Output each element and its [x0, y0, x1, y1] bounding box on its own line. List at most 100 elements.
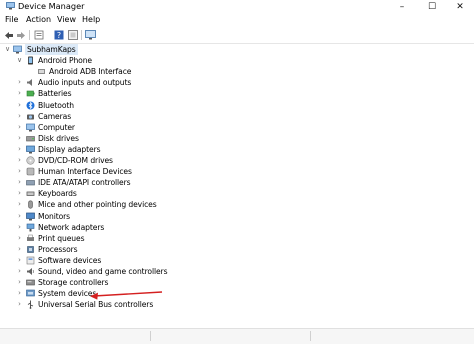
- close-button[interactable]: ✕: [446, 0, 474, 13]
- category-network-adapters[interactable]: › Network adapters: [0, 222, 474, 233]
- collapsed-chevron-icon[interactable]: ›: [16, 133, 23, 144]
- category-label: Human Interface Devices: [38, 167, 132, 177]
- menu-view[interactable]: View: [57, 13, 76, 27]
- category-audio-inputs-and-outputs[interactable]: › Audio inputs and outputs: [0, 77, 474, 88]
- menu-action[interactable]: Action: [26, 13, 51, 27]
- category-android-phone[interactable]: ∨ Android Phone: [0, 55, 474, 66]
- collapsed-chevron-icon[interactable]: ›: [16, 144, 23, 155]
- properties-icon[interactable]: [33, 30, 44, 40]
- collapsed-chevron-icon[interactable]: ›: [16, 111, 23, 122]
- category-monitors[interactable]: › Monitors: [0, 211, 474, 222]
- category-ide-ata-atapi-controllers[interactable]: › IDE ATA/ATAPI controllers: [0, 177, 474, 188]
- monitor-icon: [26, 212, 35, 221]
- category-disk-drives[interactable]: › Disk drives: [0, 133, 474, 144]
- collapsed-chevron-icon[interactable]: ›: [16, 166, 23, 177]
- battery-icon: [26, 89, 35, 98]
- help-icon[interactable]: ?: [53, 30, 64, 40]
- menu-help[interactable]: Help: [82, 13, 100, 27]
- svg-text:?: ?: [56, 31, 60, 40]
- category-universal-serial-bus-controllers[interactable]: › Universal Serial Bus controllers: [0, 299, 474, 310]
- category-label: Bluetooth: [38, 100, 74, 110]
- collapsed-chevron-icon[interactable]: ›: [16, 299, 23, 310]
- collapsed-chevron-icon[interactable]: ›: [16, 177, 23, 188]
- back-arrow-icon[interactable]: [3, 30, 14, 40]
- camera-icon: [26, 112, 35, 121]
- collapsed-chevron-icon[interactable]: ›: [16, 100, 23, 111]
- collapsed-chevron-icon[interactable]: ›: [16, 266, 23, 277]
- collapsed-chevron-icon[interactable]: ›: [16, 122, 23, 133]
- collapsed-chevron-icon[interactable]: ›: [16, 288, 23, 299]
- category-keyboards[interactable]: › Keyboards: [0, 188, 474, 199]
- category-computer[interactable]: › Computer: [0, 122, 474, 133]
- maximize-button[interactable]: ☐: [418, 0, 446, 13]
- system-device-icon: [26, 289, 35, 298]
- category-label: Sound, video and game controllers: [38, 267, 168, 276]
- category-label: Display adapters: [38, 144, 101, 154]
- menu-bar: File Action View Help: [0, 13, 474, 27]
- category-batteries[interactable]: › Batteries: [0, 88, 474, 99]
- usb-icon: [26, 300, 35, 310]
- tree-root-label: SubhamKaps: [25, 44, 78, 55]
- minimize-button[interactable]: –: [388, 0, 416, 13]
- collapsed-chevron-icon[interactable]: ›: [16, 77, 23, 88]
- expanded-chevron-icon[interactable]: ∨: [16, 55, 23, 66]
- collapsed-chevron-icon[interactable]: ›: [16, 199, 23, 210]
- status-divider: [150, 331, 151, 341]
- category-mice-and-other-pointing-devices[interactable]: › Mice and other pointing devices: [0, 199, 474, 210]
- disk-drive-icon: [26, 134, 35, 143]
- device-android-adb-interface[interactable]: Android ADB Interface: [0, 66, 474, 77]
- title-bar: Device Manager – ☐ ✕: [0, 0, 474, 13]
- category-label: Storage controllers: [38, 278, 109, 288]
- collapsed-chevron-icon[interactable]: ›: [16, 188, 23, 199]
- printer-icon: [26, 234, 35, 243]
- computer-icon: [13, 45, 22, 54]
- speaker-icon: [26, 78, 35, 87]
- expanded-chevron-icon[interactable]: ∨: [4, 44, 11, 55]
- computer-icon: [26, 123, 35, 132]
- category-sound-video-and-game-controllers[interactable]: › Sound, video and game controllers: [0, 266, 474, 277]
- category-cameras[interactable]: › Cameras: [0, 111, 474, 122]
- category-bluetooth[interactable]: › Bluetooth: [0, 100, 474, 111]
- category-label: Monitors: [38, 211, 71, 221]
- status-bar: [0, 328, 474, 344]
- collapsed-chevron-icon[interactable]: ›: [16, 233, 23, 244]
- update-driver-icon[interactable]: [67, 30, 78, 40]
- category-dvd-cd-rom-drives[interactable]: › DVD/CD-ROM drives: [0, 155, 474, 166]
- sound-icon: [26, 267, 35, 276]
- category-label: Disk drives: [38, 133, 79, 143]
- toolbar-separator: [81, 30, 82, 40]
- monitor-icon[interactable]: [85, 30, 96, 40]
- category-display-adapters[interactable]: › Display adapters: [0, 144, 474, 155]
- window-title: Device Manager: [18, 1, 85, 11]
- bluetooth-icon: [26, 101, 35, 110]
- mouse-icon: [26, 200, 35, 209]
- category-software-devices[interactable]: › Software devices: [0, 255, 474, 266]
- category-label: Audio inputs and outputs: [38, 78, 132, 88]
- device-manager-icon: [6, 2, 15, 10]
- category-label: Print queues: [38, 233, 85, 243]
- usb-device-icon: [37, 67, 46, 76]
- category-print-queues[interactable]: › Print queues: [0, 233, 474, 244]
- collapsed-chevron-icon[interactable]: ›: [16, 244, 23, 255]
- collapsed-chevron-icon[interactable]: ›: [16, 211, 23, 222]
- phone-icon: [26, 56, 35, 65]
- collapsed-chevron-icon[interactable]: ›: [16, 88, 23, 99]
- ide-controller-icon: [26, 178, 35, 187]
- collapsed-chevron-icon[interactable]: ›: [16, 222, 23, 233]
- category-label: Software devices: [38, 255, 102, 265]
- category-human-interface-devices[interactable]: › Human Interface Devices: [0, 166, 474, 177]
- category-label: Computer: [38, 122, 75, 132]
- display-adapter-icon: [26, 145, 35, 154]
- collapsed-chevron-icon[interactable]: ›: [16, 255, 23, 266]
- forward-arrow-icon[interactable]: [15, 30, 26, 40]
- category-storage-controllers[interactable]: › Storage controllers: [0, 277, 474, 288]
- toolbar-separator: [29, 30, 30, 40]
- category-system-devices[interactable]: › System devices: [0, 288, 474, 299]
- status-divider: [310, 331, 311, 341]
- menu-file[interactable]: File: [5, 13, 18, 27]
- toolbar: ?: [0, 27, 474, 44]
- collapsed-chevron-icon[interactable]: ›: [16, 155, 23, 166]
- category-processors[interactable]: › Processors: [0, 244, 474, 255]
- collapsed-chevron-icon[interactable]: ›: [16, 277, 23, 288]
- tree-root[interactable]: ∨ SubhamKaps: [0, 44, 474, 55]
